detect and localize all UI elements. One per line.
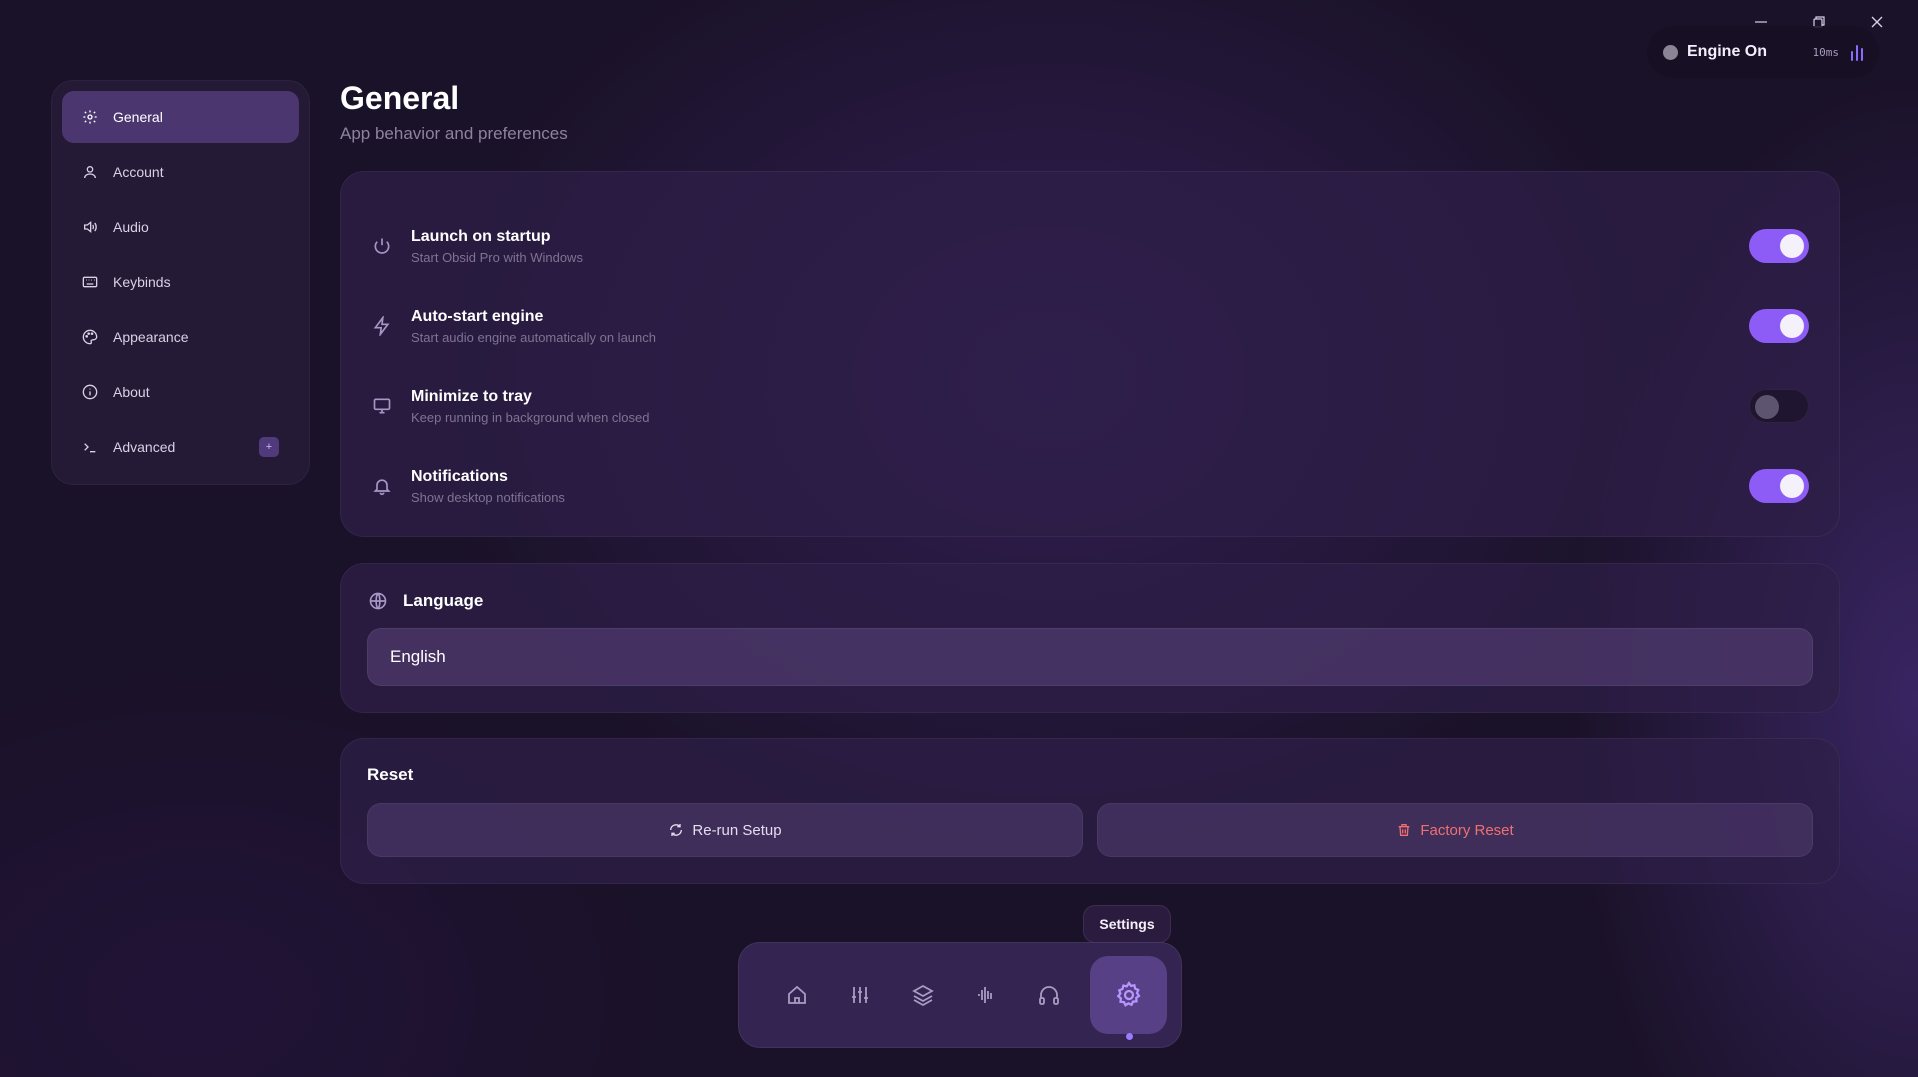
home-icon: [787, 985, 806, 1004]
sidebar-item-general[interactable]: General: [62, 91, 299, 143]
factory-reset-label: Factory Reset: [1420, 821, 1514, 839]
waveform-icon: [977, 987, 992, 1003]
dock-waveform-button[interactable]: [954, 955, 1017, 1035]
language-heading: Language: [367, 590, 1813, 612]
dock-layers-button[interactable]: [891, 955, 954, 1035]
notifications-toggle[interactable]: [1749, 469, 1809, 503]
engine-status-label: Engine On: [1687, 43, 1767, 60]
dock-mixer-button[interactable]: [828, 955, 891, 1035]
sidebar-item-label: Appearance: [113, 329, 189, 345]
sidebar-item-account[interactable]: Account: [62, 146, 299, 198]
sidebar-item-audio[interactable]: Audio: [62, 201, 299, 253]
sidebar-item-label: Audio: [113, 219, 149, 235]
rerun-setup-label: Re-run Setup: [692, 821, 782, 839]
sidebar-item-label: About: [113, 384, 150, 400]
setting-title: Auto-start engine: [411, 307, 544, 325]
keyboard-icon: [82, 274, 98, 290]
factory-reset-button[interactable]: Factory Reset: [1097, 803, 1813, 857]
rerun-setup-button[interactable]: Re-run Setup: [367, 803, 1083, 857]
minimize-to-tray-toggle[interactable]: [1749, 389, 1809, 423]
language-selected-value: English: [390, 647, 446, 666]
general-settings-card: Launch on startup Start Obsid Pro with W…: [340, 171, 1840, 537]
language-select[interactable]: English: [367, 628, 1813, 686]
setting-description: Keep running in background when closed: [411, 409, 650, 425]
sidebar-item-advanced[interactable]: Advanced +: [62, 421, 299, 473]
sidebar-item-keybinds[interactable]: Keybinds: [62, 256, 299, 308]
setting-description: Show desktop notifications: [411, 489, 565, 505]
setting-row-auto-start-engine: Auto-start engine Start audio engine aut…: [371, 286, 1809, 366]
setting-row-minimize-to-tray: Minimize to tray Keep running in backgro…: [371, 366, 1809, 446]
trash-icon: [1398, 824, 1410, 836]
setting-title: Launch on startup: [411, 227, 551, 245]
language-heading-label: Language: [403, 591, 484, 610]
refresh-icon: [670, 824, 683, 836]
gear-icon: [82, 109, 98, 125]
sidebar-item-label: General: [113, 109, 163, 125]
power-icon: [371, 235, 393, 257]
reset-heading: Reset: [367, 765, 414, 784]
setting-row-launch-on-startup: Launch on startup Start Obsid Pro with W…: [371, 206, 1809, 286]
auto-start-engine-toggle[interactable]: [1749, 309, 1809, 343]
dock-tooltip: Settings: [1083, 905, 1171, 943]
language-card: Language English: [340, 563, 1840, 713]
setting-description: Start Obsid Pro with Windows: [411, 249, 583, 265]
settings-sidebar: General Account Audio Keybinds Appearanc…: [51, 80, 310, 485]
setting-row-notifications: Notifications Show desktop notifications: [371, 446, 1809, 526]
dock-settings-button[interactable]: [1090, 956, 1167, 1040]
setting-description: Start audio engine automatically on laun…: [411, 329, 656, 345]
layers-icon: [911, 984, 934, 1007]
monitor-icon: [371, 395, 393, 417]
launch-on-startup-toggle[interactable]: [1749, 229, 1809, 263]
sidebar-item-label: Keybinds: [113, 274, 171, 290]
level-meter-icon: [1851, 43, 1863, 61]
sidebar-item-about[interactable]: About: [62, 366, 299, 418]
engine-status-dot: [1663, 44, 1678, 60]
headphones-icon: [1038, 986, 1059, 1005]
terminal-icon: [82, 439, 98, 455]
speaker-icon: [82, 219, 98, 235]
dock-headphones-button[interactable]: [1017, 955, 1080, 1035]
sidebar-item-label: Advanced: [113, 439, 176, 455]
setting-title: Minimize to tray: [411, 387, 532, 405]
advanced-badge: +: [259, 437, 279, 457]
setting-title: Notifications: [411, 467, 508, 485]
info-icon: [82, 384, 98, 400]
engine-latency: 10ms: [1812, 45, 1840, 59]
reset-card: Reset Re-run Setup Factory Reset: [340, 738, 1840, 884]
engine-status-pill[interactable]: Engine On 10ms: [1647, 26, 1879, 78]
dock-home-button[interactable]: [765, 955, 828, 1035]
sidebar-item-appearance[interactable]: Appearance: [62, 311, 299, 363]
gear-icon: [1116, 981, 1141, 1007]
toggle-knob: [1780, 474, 1804, 498]
close-icon: [1871, 16, 1883, 28]
globe-icon: [367, 590, 389, 612]
toggle-knob: [1780, 234, 1804, 258]
page-subtitle: App behavior and preferences: [340, 124, 568, 143]
toggle-knob: [1780, 314, 1804, 338]
bottom-dock: [738, 942, 1182, 1048]
toggle-knob: [1755, 395, 1779, 419]
active-indicator: [1125, 1033, 1133, 1040]
sidebar-item-label: Account: [113, 164, 164, 180]
palette-icon: [82, 329, 98, 345]
sliders-icon: [851, 987, 868, 1003]
page-title: General: [340, 80, 460, 116]
user-icon: [82, 164, 98, 180]
bell-icon: [371, 475, 393, 497]
lightning-icon: [371, 315, 393, 337]
